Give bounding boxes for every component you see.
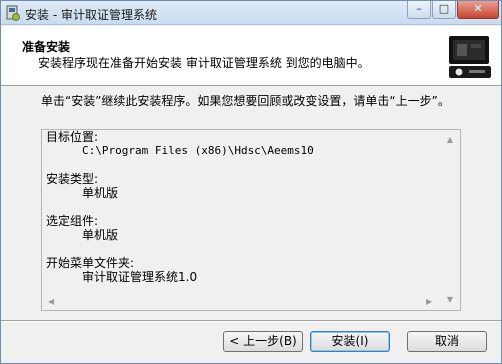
target-location-label: 目标位置: <box>46 130 99 144</box>
close-icon: ✕ <box>473 2 483 15</box>
components-label: 选定组件: <box>46 214 99 228</box>
maximize-icon: □ <box>438 2 450 15</box>
scroll-left-icon[interactable]: ◀ <box>48 298 56 306</box>
page-subtitle: 安装程序现在准备开始安装 审计取证管理系统 到您的电脑中。 <box>38 56 370 70</box>
setup-app-icon <box>6 5 20 21</box>
cancel-button[interactable]: 取消 <box>407 331 487 352</box>
installer-computer-icon <box>445 32 495 82</box>
target-location-value: C:\Program Files (x86)\Hdsc\Aeems10 <box>82 144 314 157</box>
maximize-button[interactable]: □ <box>432 1 456 19</box>
scroll-down-icon[interactable]: ▼ <box>446 296 454 304</box>
page-title: 准备安装 <box>22 40 71 54</box>
intro-text: 单击“安装”继续此安装程序。如果您想要回顾或改变设置，请单击“上一步”。 <box>41 94 450 108</box>
start-menu-value: 审计取证管理系统1.0 <box>82 270 198 284</box>
minimize-button[interactable]: – <box>407 1 431 19</box>
setup-type-label: 安装类型: <box>46 172 99 186</box>
title-bar[interactable]: 安装 - 审计取证管理系统 – □ ✕ <box>1 1 501 25</box>
wizard-body: 单击“安装”继续此安装程序。如果您想要回顾或改变设置，请单击“上一步”。 目标位… <box>1 87 501 319</box>
window-title: 安装 - 审计取证管理系统 <box>25 8 157 22</box>
scroll-up-icon[interactable]: ▲ <box>446 136 454 144</box>
ready-memo-text: 目标位置: C:\Program Files (x86)\Hdsc\Aeems1… <box>46 130 436 284</box>
install-button[interactable]: 安装(I) <box>310 331 390 352</box>
start-menu-label: 开始菜单文件夹: <box>46 256 135 270</box>
close-button[interactable]: ✕ <box>457 1 499 19</box>
back-button[interactable]: < 上一步(B) <box>223 331 303 352</box>
wizard-header: 准备安装 安装程序现在准备开始安装 审计取证管理系统 到您的电脑中。 <box>1 26 501 86</box>
minimize-icon: – <box>416 2 422 15</box>
footer-separator <box>1 320 501 322</box>
window-controls: – □ ✕ <box>406 1 499 21</box>
setup-type-value: 单机版 <box>82 186 119 200</box>
installer-window: 安装 - 审计取证管理系统 – □ ✕ 准备安装 安装程序现在准备开始安装 审计… <box>0 0 502 364</box>
scroll-right-icon[interactable]: ▶ <box>426 298 434 306</box>
ready-memo-box[interactable]: 目标位置: C:\Program Files (x86)\Hdsc\Aeems1… <box>41 129 461 311</box>
components-value: 单机版 <box>82 228 119 242</box>
